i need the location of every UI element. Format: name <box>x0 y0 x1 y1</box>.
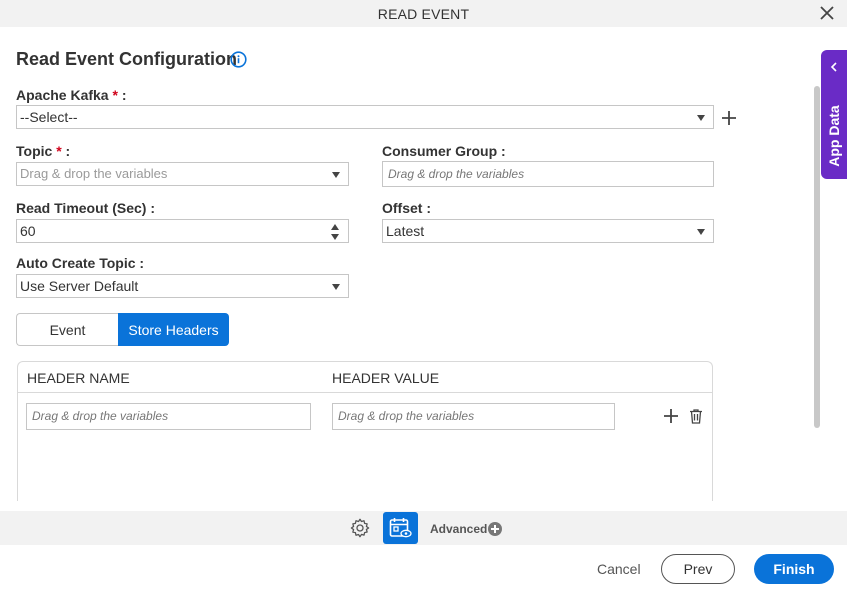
chevron-down-icon <box>697 115 705 121</box>
topic-label-text: Topic <box>16 143 53 159</box>
chevron-down-icon <box>332 284 340 290</box>
auto-create-topic-label: Auto Create Topic : <box>16 255 145 271</box>
read-timeout-label: Read Timeout (Sec) : <box>16 200 155 216</box>
tab-event[interactable]: Event <box>16 313 118 346</box>
consumer-group-placeholder: Drag & drop the variables <box>388 167 525 181</box>
apache-kafka-label: Apache Kafka * : <box>16 87 127 103</box>
offset-label: Offset : <box>382 200 431 216</box>
column-header-value: HEADER VALUE <box>332 370 440 386</box>
tab-store-headers[interactable]: Store Headers <box>118 313 229 346</box>
label-colon: : <box>61 143 71 159</box>
chevron-left-icon <box>830 62 837 72</box>
offset-select[interactable]: Latest <box>382 219 714 243</box>
table-header: HEADER NAME HEADER VALUE <box>18 362 712 393</box>
offset-value: Latest <box>386 223 425 239</box>
label-colon: : <box>117 87 127 103</box>
apache-kafka-select[interactable]: --Select-- <box>16 105 714 129</box>
consumer-group-label: Consumer Group : <box>382 143 506 159</box>
tab-group: Event Store Headers <box>16 313 229 346</box>
auto-create-topic-select[interactable]: Use Server Default <box>16 274 349 298</box>
add-row-icon[interactable] <box>663 408 679 424</box>
add-kafka-icon[interactable] <box>721 110 737 126</box>
page-title: Read Event Configuration <box>16 49 238 69</box>
finish-button[interactable]: Finish <box>754 554 834 584</box>
title-bar: READ EVENT <box>0 0 847 27</box>
header-value-placeholder: Drag & drop the variables <box>338 409 475 423</box>
read-timeout-value: 60 <box>20 223 36 239</box>
advanced-link[interactable]: Advanced <box>430 522 487 536</box>
spin-up-icon[interactable] <box>331 224 339 230</box>
header-name-input[interactable]: Drag & drop the variables <box>26 403 311 430</box>
trash-icon[interactable] <box>688 408 704 424</box>
header-value-input[interactable]: Drag & drop the variables <box>332 403 615 430</box>
close-icon[interactable] <box>819 5 835 21</box>
scrollbar-thumb[interactable] <box>814 86 820 428</box>
calendar-eye-icon <box>389 518 412 538</box>
chevron-down-icon <box>697 229 705 235</box>
prev-button[interactable]: Prev <box>661 554 735 584</box>
apache-kafka-value: --Select-- <box>20 109 78 125</box>
app-data-label: App Data <box>826 105 842 167</box>
topic-select[interactable]: Drag & drop the variables <box>16 162 349 186</box>
chevron-down-icon <box>332 172 340 178</box>
topic-placeholder: Drag & drop the variables <box>20 166 168 181</box>
bottom-toolbar <box>0 511 847 545</box>
auto-create-topic-value: Use Server Default <box>20 278 139 294</box>
preview-button[interactable] <box>383 512 418 544</box>
read-timeout-stepper[interactable]: 60 <box>16 219 349 243</box>
column-header-name: HEADER NAME <box>27 370 130 386</box>
header-name-placeholder: Drag & drop the variables <box>32 409 169 423</box>
window-title: READ EVENT <box>377 6 470 22</box>
apache-kafka-label-text: Apache Kafka <box>16 87 109 103</box>
topic-label: Topic * : <box>16 143 70 159</box>
info-icon[interactable] <box>230 51 247 68</box>
spin-down-icon[interactable] <box>331 234 339 240</box>
app-data-tab[interactable]: App Data <box>821 50 847 179</box>
plus-circle-icon[interactable] <box>488 522 502 536</box>
cancel-button[interactable]: Cancel <box>597 561 641 577</box>
consumer-group-input[interactable]: Drag & drop the variables <box>382 161 714 187</box>
gear-icon[interactable] <box>349 517 371 539</box>
headers-table: HEADER NAME HEADER VALUE Drag & drop the… <box>17 361 713 501</box>
